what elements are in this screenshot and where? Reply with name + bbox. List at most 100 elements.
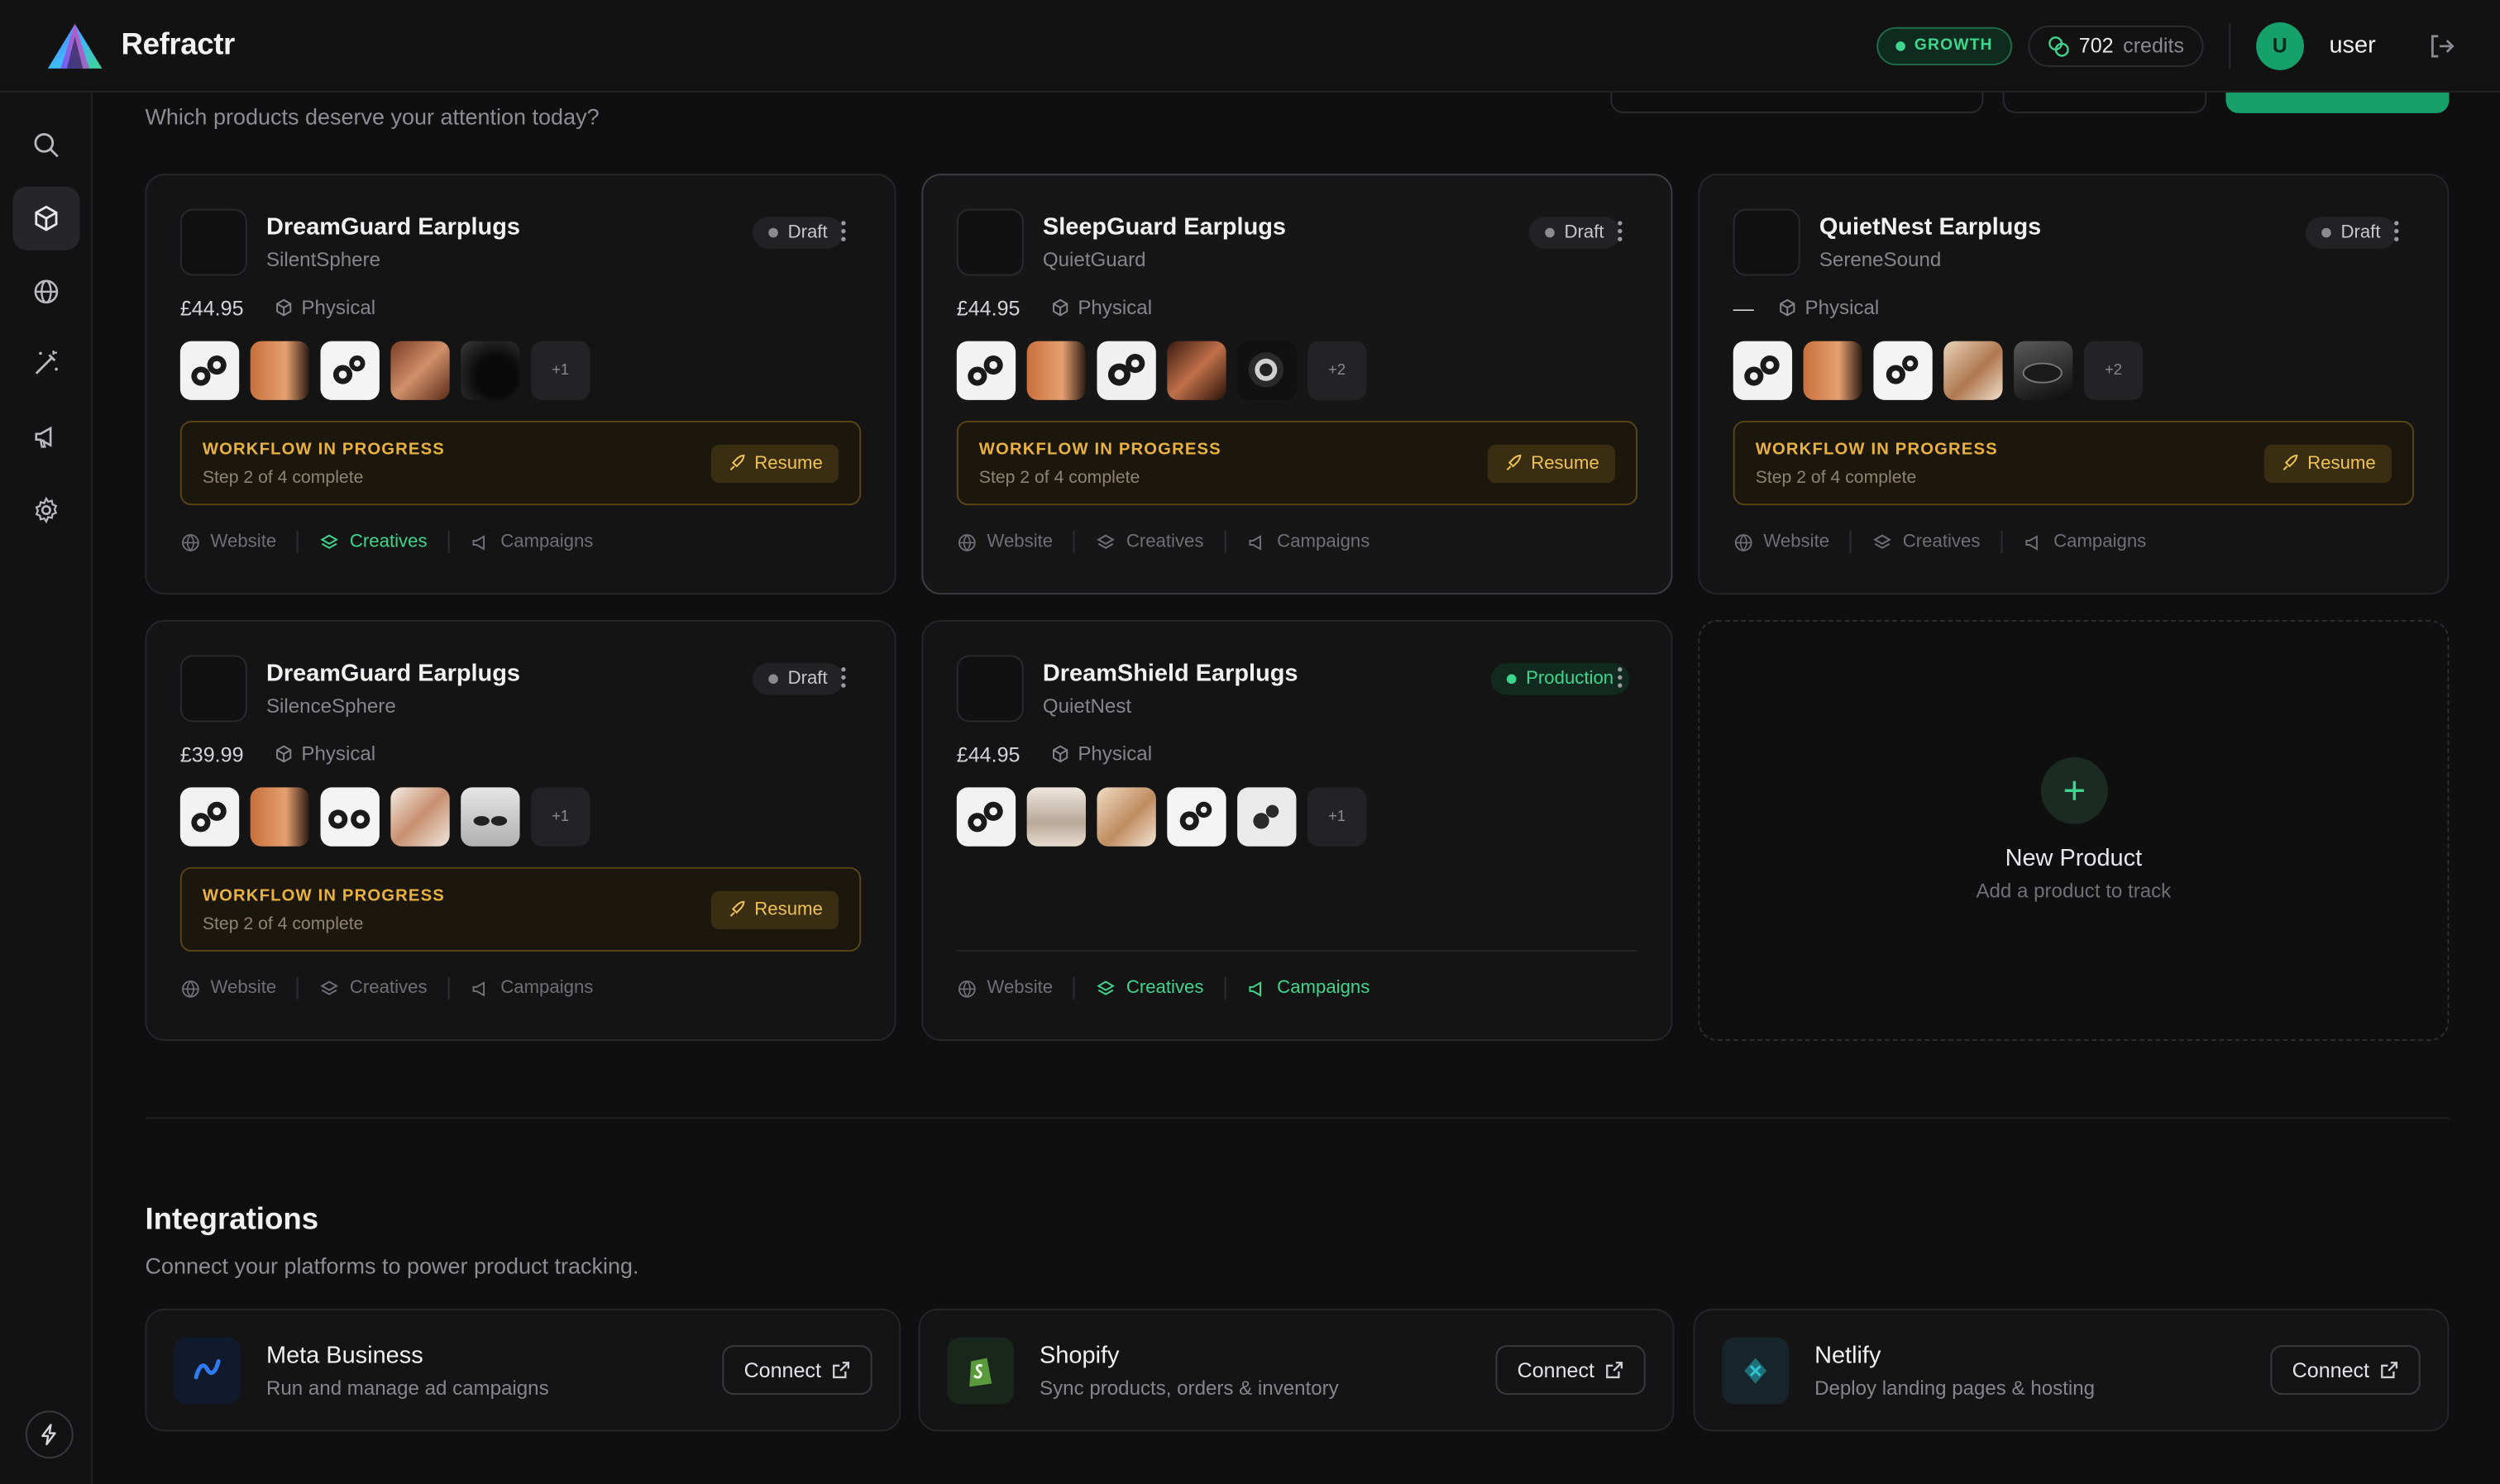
workflow-banner: WORKFLOW IN PROGRESS Step 2 of 4 complet… — [179, 420, 862, 506]
creative-thumbnail[interactable] — [461, 341, 520, 400]
link-website[interactable]: Website — [957, 532, 1053, 552]
creative-thumbnail[interactable] — [2014, 341, 2073, 400]
creative-thumbnail[interactable] — [390, 787, 450, 847]
globe-icon — [182, 980, 199, 997]
creative-thumbnail[interactable] — [1803, 341, 1862, 400]
integrations-title: Integrations — [145, 1203, 319, 1238]
link-campaigns[interactable]: Campaigns — [2023, 532, 2146, 552]
link-campaigns[interactable]: Campaigns — [471, 978, 593, 999]
globe-icon — [958, 980, 976, 997]
workflow-step: Step 2 of 4 complete — [1755, 468, 1917, 488]
creative-thumbnail[interactable] — [956, 787, 1016, 847]
new-product-card[interactable]: New Product Add a product to track — [1698, 619, 2450, 1041]
link-website[interactable]: Website — [180, 978, 276, 999]
sidebar-item-search[interactable] — [12, 113, 79, 177]
creative-thumbnail[interactable] — [1097, 787, 1156, 847]
divider — [1224, 531, 1226, 554]
product-type: Physical — [1051, 742, 1152, 765]
link-website[interactable]: Website — [180, 532, 276, 552]
link-campaigns[interactable]: Campaigns — [1247, 532, 1370, 552]
link-label: Website — [1763, 532, 1830, 552]
globe-icon — [1734, 533, 1752, 551]
more-options-icon[interactable] — [2393, 220, 2400, 242]
product-card[interactable]: DreamShield Earplugs QuietNest Productio… — [921, 619, 1673, 1041]
link-creatives[interactable]: Creatives — [1096, 532, 1203, 552]
more-creatives-count[interactable]: +1 — [1307, 787, 1367, 847]
more-creatives-count[interactable]: +1 — [531, 787, 590, 847]
product-card[interactable]: DreamGuard Earplugs SilentSphere Draft £… — [145, 174, 896, 595]
creative-thumbnail[interactable] — [320, 787, 380, 847]
product-card[interactable]: SleepGuard Earplugs QuietGuard Draft £44… — [921, 174, 1673, 595]
refractr-logo-icon[interactable] — [45, 20, 105, 71]
username[interactable]: user — [2329, 32, 2375, 60]
connect-button[interactable]: Connect — [2269, 1345, 2421, 1395]
more-options-icon[interactable] — [1617, 666, 1623, 689]
workflow-banner: WORKFLOW IN PROGRESS Step 2 of 4 complet… — [956, 420, 1638, 506]
avatar[interactable]: U — [2255, 21, 2304, 69]
creative-thumbnail[interactable] — [1943, 341, 2003, 400]
creative-thumbnail[interactable] — [250, 787, 310, 847]
more-options-icon[interactable] — [840, 220, 847, 242]
resume-button[interactable]: Resume — [2264, 444, 2392, 484]
creative-thumbnail[interactable] — [320, 341, 380, 400]
more-creatives-count[interactable]: +2 — [2083, 341, 2144, 400]
product-type: Physical — [275, 742, 375, 765]
link-website[interactable]: Website — [1733, 532, 1829, 552]
creative-thumbnail[interactable] — [1873, 341, 1933, 400]
box-icon — [1053, 298, 1068, 317]
shopify-icon — [947, 1337, 1015, 1405]
resume-button[interactable]: Resume — [1488, 444, 1616, 484]
link-campaigns[interactable]: Campaigns — [1247, 978, 1370, 999]
external-link-icon — [1606, 1362, 1623, 1379]
sidebar-item-creatives[interactable] — [12, 332, 79, 395]
creative-thumbnail[interactable] — [461, 787, 520, 847]
creative-thumbnail[interactable] — [179, 341, 240, 400]
link-creatives[interactable]: Creatives — [1872, 532, 1980, 552]
sidebar-item-products[interactable] — [12, 186, 80, 251]
creative-thumbnail[interactable] — [1237, 787, 1297, 847]
link-label: Campaigns — [2053, 532, 2147, 552]
sidebar-item-campaigns[interactable] — [12, 405, 79, 469]
connect-button[interactable]: Connect — [721, 1345, 872, 1395]
more-options-icon[interactable] — [1617, 220, 1623, 242]
resume-button[interactable]: Resume — [711, 890, 839, 930]
sidebar-item-settings[interactable] — [12, 478, 79, 542]
product-thumbnail — [1733, 208, 1800, 276]
product-card[interactable]: DreamGuard Earplugs SilenceSphere Draft … — [145, 619, 896, 1041]
more-creatives-count[interactable]: +1 — [531, 341, 590, 400]
creative-thumbnail[interactable] — [1237, 341, 1297, 400]
product-card[interactable]: QuietNest Earplugs SereneSound Draft — P… — [1698, 174, 2450, 595]
creative-thumbnail[interactable] — [250, 341, 310, 400]
creative-thumbnail[interactable] — [179, 787, 240, 847]
creative-thumbnail[interactable] — [1097, 341, 1156, 400]
more-options-icon[interactable] — [840, 666, 847, 689]
link-creatives[interactable]: Creatives — [319, 532, 428, 552]
link-label: Website — [987, 978, 1054, 998]
workflow-banner: WORKFLOW IN PROGRESS Step 2 of 4 complet… — [179, 866, 862, 952]
creative-thumbnail[interactable] — [1167, 341, 1226, 400]
product-type: Physical — [1051, 297, 1152, 319]
resume-label: Resume — [2307, 454, 2376, 474]
workflow-step: Step 2 of 4 complete — [202, 914, 364, 934]
creative-thumbnail[interactable] — [1167, 787, 1226, 847]
creative-thumbnail[interactable] — [1026, 341, 1086, 400]
credits-pill[interactable]: 702 credits — [2028, 24, 2204, 67]
link-campaigns[interactable]: Campaigns — [471, 532, 593, 552]
creative-thumbnail[interactable] — [390, 341, 450, 400]
product-type-label: Physical — [301, 296, 376, 319]
globe-icon — [182, 533, 199, 551]
connect-button[interactable]: Connect — [1494, 1345, 1646, 1395]
divider — [297, 976, 299, 1000]
link-creatives[interactable]: Creatives — [1096, 978, 1203, 999]
creative-thumbnail[interactable] — [1733, 341, 1793, 400]
link-website[interactable]: Website — [957, 978, 1053, 999]
sidebar-item-websites[interactable] — [12, 260, 79, 323]
creative-thumbnail[interactable] — [1026, 787, 1086, 847]
connect-label: Connect — [1517, 1358, 1594, 1382]
creative-thumbnail[interactable] — [956, 341, 1016, 400]
link-creatives[interactable]: Creatives — [319, 978, 428, 999]
resume-button[interactable]: Resume — [711, 444, 839, 484]
logout-icon[interactable] — [2426, 31, 2455, 60]
quick-action-button[interactable] — [25, 1410, 74, 1459]
more-creatives-count[interactable]: +2 — [1307, 341, 1367, 400]
